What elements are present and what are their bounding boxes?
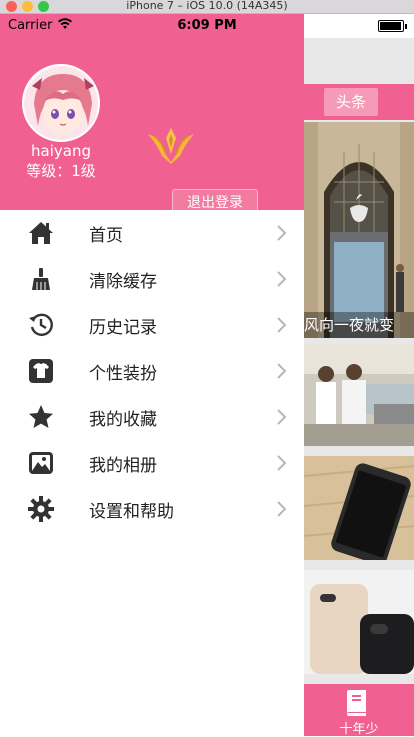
- menu-item-label: 清除缓存: [89, 272, 157, 292]
- minimize-window-button[interactable]: [22, 1, 33, 12]
- menu-item-label: 历史记录: [89, 318, 157, 338]
- chevron-right-icon: [277, 225, 287, 241]
- book-icon: [347, 690, 366, 716]
- tab-shinen[interactable]: 十年少: [304, 684, 414, 737]
- menu-item-label: 我的相册: [89, 456, 157, 476]
- chevron-right-icon: [277, 363, 287, 379]
- status-bar: Carrier 6:09 PM: [0, 14, 414, 38]
- tab-headlines[interactable]: 头条: [324, 88, 378, 116]
- conference-image: [304, 344, 414, 446]
- side-menu: 首页 清除缓存 历史记录 个性装扮 我的收藏 我的相册 设置和帮助: [0, 210, 304, 736]
- iphone7-image: [304, 570, 414, 674]
- menu-item-label: 设置和帮助: [89, 502, 174, 522]
- broom-icon: [32, 268, 50, 290]
- menu-item-history[interactable]: 历史记录: [0, 302, 304, 348]
- photo-icon: [29, 452, 53, 474]
- chevron-right-icon: [277, 409, 287, 425]
- news-panel: 头条 风向一夜就变 十年少: [304, 38, 414, 737]
- news-item-phone[interactable]: [304, 456, 414, 560]
- tshirt-icon: [29, 359, 53, 383]
- zoom-window-button[interactable]: [38, 1, 49, 12]
- status-time: 6:09 PM: [177, 18, 237, 33]
- menu-item-clear-cache[interactable]: 清除缓存: [0, 256, 304, 302]
- news-caption: 风向一夜就变: [304, 312, 414, 338]
- home-icon: [29, 222, 53, 244]
- apple-store-image: [304, 122, 414, 338]
- menu-item-favorites[interactable]: 我的收藏: [0, 394, 304, 440]
- history-icon: [29, 313, 53, 336]
- user-level: 等级：1级: [26, 162, 96, 180]
- simulator-title: iPhone 7 – iOS 10.0 (14A345): [126, 0, 288, 12]
- news-item-conference[interactable]: [304, 344, 414, 446]
- news-item-iphone7[interactable]: [304, 570, 414, 674]
- menu-item-label: 个性装扮: [89, 364, 157, 384]
- menu-item-label: 首页: [89, 226, 123, 246]
- simulator-titlebar: iPhone 7 – iOS 10.0 (14A345): [0, 0, 414, 14]
- menu-item-personalize[interactable]: 个性装扮: [0, 348, 304, 394]
- chevron-right-icon: [277, 271, 287, 287]
- rank-badge-icon: [148, 128, 194, 164]
- username: haiyang: [31, 142, 91, 160]
- menu-item-home[interactable]: 首页: [0, 210, 304, 256]
- menu-item-label: 我的收藏: [89, 410, 157, 430]
- menu-item-album[interactable]: 我的相册: [0, 440, 304, 486]
- close-window-button[interactable]: [6, 1, 17, 12]
- chevron-right-icon: [277, 501, 287, 517]
- chevron-right-icon: [277, 455, 287, 471]
- chevron-right-icon: [277, 317, 287, 333]
- menu-item-settings[interactable]: 设置和帮助: [0, 486, 304, 532]
- profile-header: haiyang 等级：1级 退出登录: [0, 14, 304, 217]
- phone-image: [304, 456, 414, 560]
- avatar[interactable]: [22, 64, 100, 142]
- gear-icon: [28, 496, 54, 522]
- news-header: 头条: [304, 84, 414, 120]
- tab-label: 十年少: [339, 722, 379, 737]
- star-icon: [29, 405, 53, 428]
- news-item-apple-store[interactable]: 风向一夜就变: [304, 122, 414, 338]
- battery-icon: [378, 20, 407, 32]
